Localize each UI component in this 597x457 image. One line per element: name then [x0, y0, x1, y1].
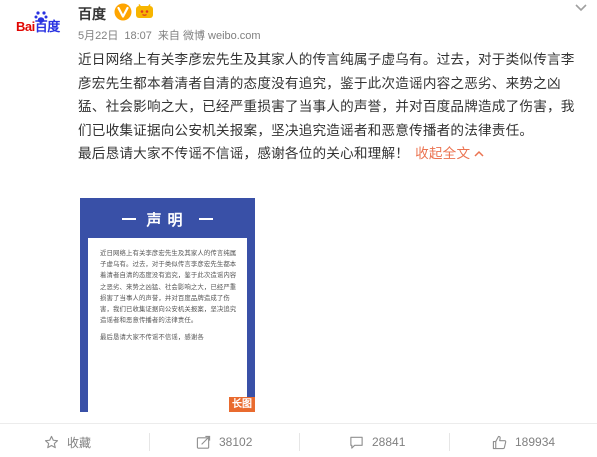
post-paragraph: 近日网络上有关李彦宏先生及其家人的传言纯属子虚乌有。过去，对于类似传言李彦宏先生… [78, 52, 575, 139]
action-separator [299, 433, 300, 451]
post-time[interactable]: 18:07 [124, 30, 152, 42]
baidu-logo: Bai百度 [16, 19, 60, 34]
like-button[interactable]: 189934 [492, 432, 555, 452]
post-paragraph: 最后恳请大家不传谣不信谣，感谢各位的关心和理解！ 收起全文 [78, 143, 586, 167]
comment-icon [350, 436, 363, 449]
divider [0, 423, 597, 424]
avatar[interactable]: Bai百度 [8, 0, 62, 46]
statement-body: 最后恳请大家不传谣不信谣，感谢各 [100, 333, 204, 342]
chevron-up-icon[interactable] [474, 150, 484, 158]
like-count: 189934 [515, 435, 556, 449]
action-separator [149, 433, 150, 451]
post-closing-text: 最后恳请大家不传谣不信谣，感谢各位的关心和理解！ [78, 146, 410, 162]
post-meta: 5月22日 18:07 来自 微博 weibo.com [78, 27, 267, 43]
post-date[interactable]: 5月22日 [78, 30, 118, 42]
statement-body: 近日网络上有关李彦宏先生及其家人的传言纯属子虚乌有。过去，对于类似传言李彦宏先生… [100, 249, 237, 325]
chevron-down-icon[interactable] [572, 1, 590, 15]
action-separator [449, 433, 450, 451]
like-icon [492, 435, 507, 449]
verified-icon [114, 3, 132, 21]
post-content: 近日网络上有关李彦宏先生及其家人的传言纯属子虚乌有。过去，对于类似传言李彦宏先生… [78, 49, 586, 167]
favorite-button[interactable]: 收藏 [44, 432, 91, 452]
favorite-label: 收藏 [67, 435, 92, 450]
statement-title: 声明 [146, 211, 189, 229]
statement-image[interactable]: 声明 近日网络上有关李彦宏先生及其家人的传言纯属子虚乌有。过去，对于类似传言李彦… [80, 198, 255, 412]
repost-button[interactable]: 38102 [196, 432, 252, 452]
title-dash [199, 218, 213, 220]
weibo-post-card: Bai百度 百度 5月22日 18:07 来自 微博 weibo.com 近日网络上… [0, 0, 597, 457]
repost-count: 38102 [219, 435, 253, 449]
star-icon [44, 435, 59, 448]
post-source: 来自 微博 weibo.com [157, 30, 261, 42]
author-name[interactable]: 百度 [78, 4, 106, 24]
collapse-text-link[interactable]: 收起全文 [415, 146, 470, 162]
vip-icon[interactable] [135, 3, 154, 20]
statement-paper: 近日网络上有关李彦宏先生及其家人的传言纯属子虚乌有。过去，对于类似传言李彦宏先生… [88, 238, 247, 412]
repost-icon [196, 435, 211, 449]
comment-count: 28841 [372, 435, 406, 449]
comment-button[interactable]: 28841 [349, 432, 405, 452]
long-image-badge: 长图 [229, 397, 255, 412]
